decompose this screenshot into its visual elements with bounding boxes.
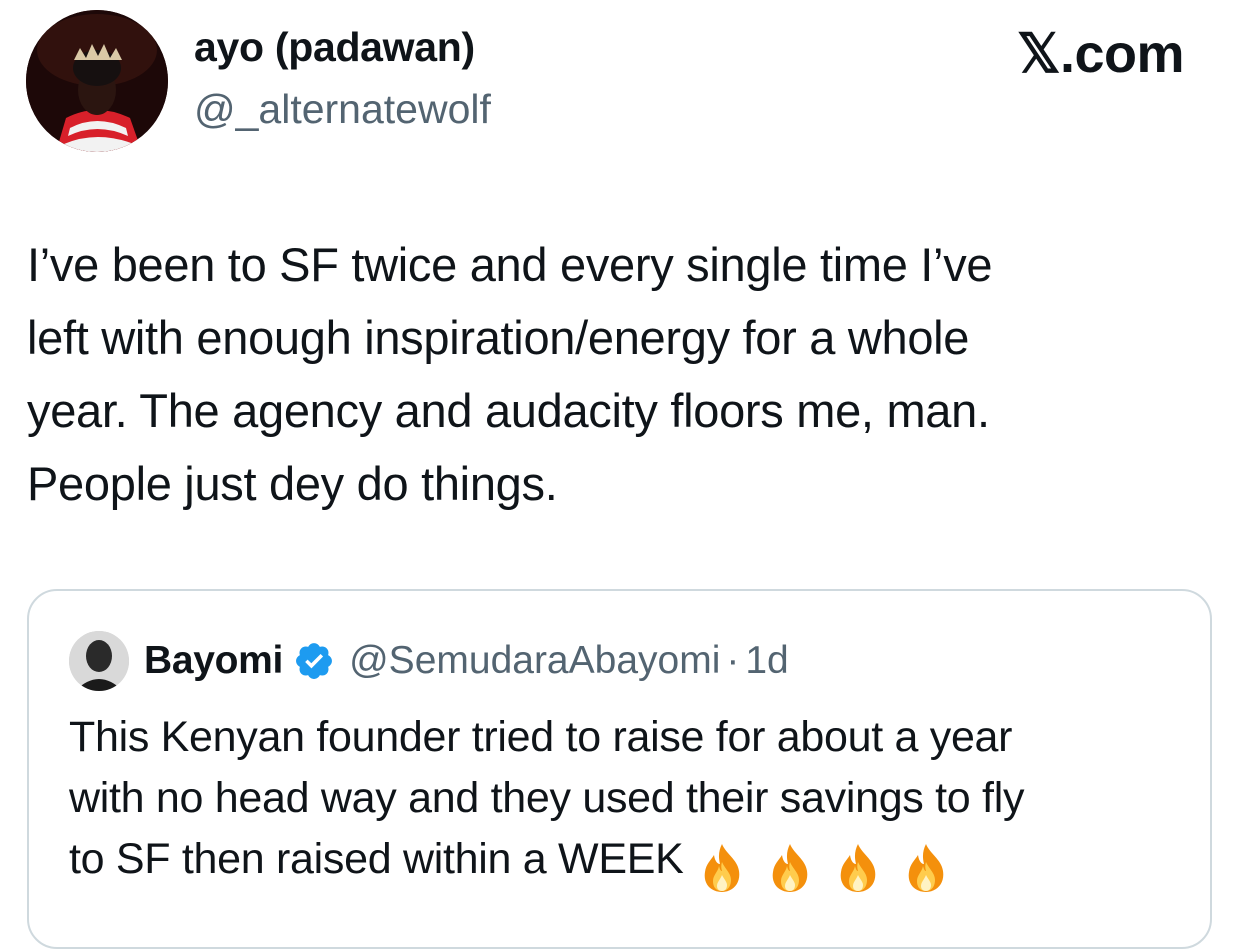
post-text-line: year. The agency and audacity floors me,… <box>27 384 990 437</box>
quoted-post-text: This Kenyan founder tried to raise for a… <box>69 707 1189 896</box>
quoted-author-avatar[interactable] <box>69 631 129 691</box>
fire-icon <box>697 842 747 894</box>
verified-badge-icon <box>293 640 335 682</box>
meta-separator: · <box>726 639 740 682</box>
post-text-line: I’ve been to SF twice and every single t… <box>27 238 993 291</box>
fire-emoji-group <box>697 835 969 896</box>
quoted-post-header: Bayomi @SemudaraAbayomi · 1d <box>69 629 789 693</box>
post-text-line: left with enough inspiration/energy for … <box>27 311 970 364</box>
quoted-text-line: This Kenyan founder tried to raise for a… <box>69 713 1013 761</box>
quoted-text-line: to SF then raised within a WEEK <box>69 829 1189 896</box>
x-brand-logo: 𝕏.com <box>1016 24 1185 84</box>
fire-icon <box>765 842 815 894</box>
post-text: I’ve been to SF twice and every single t… <box>27 228 1217 520</box>
author-handle[interactable]: @_alternatewolf <box>194 86 491 133</box>
quoted-text-line: with no head way and they used their sav… <box>69 774 1025 822</box>
quoted-author-name[interactable]: Bayomi <box>144 639 283 683</box>
fire-icon <box>833 842 883 894</box>
quoted-post-card[interactable]: Bayomi @SemudaraAbayomi · 1d This Kenyan… <box>27 589 1212 949</box>
quoted-post-timestamp[interactable]: 1d <box>745 639 788 683</box>
author-display-name[interactable]: ayo (padawan) <box>194 24 475 71</box>
post-text-line: People just dey do things. <box>27 457 558 510</box>
fire-icon <box>901 842 951 894</box>
author-avatar[interactable] <box>26 10 168 152</box>
quoted-text-line-content: to SF then raised within a WEEK <box>69 835 684 883</box>
quoted-author-handle[interactable]: @SemudaraAbayomi <box>349 639 720 683</box>
